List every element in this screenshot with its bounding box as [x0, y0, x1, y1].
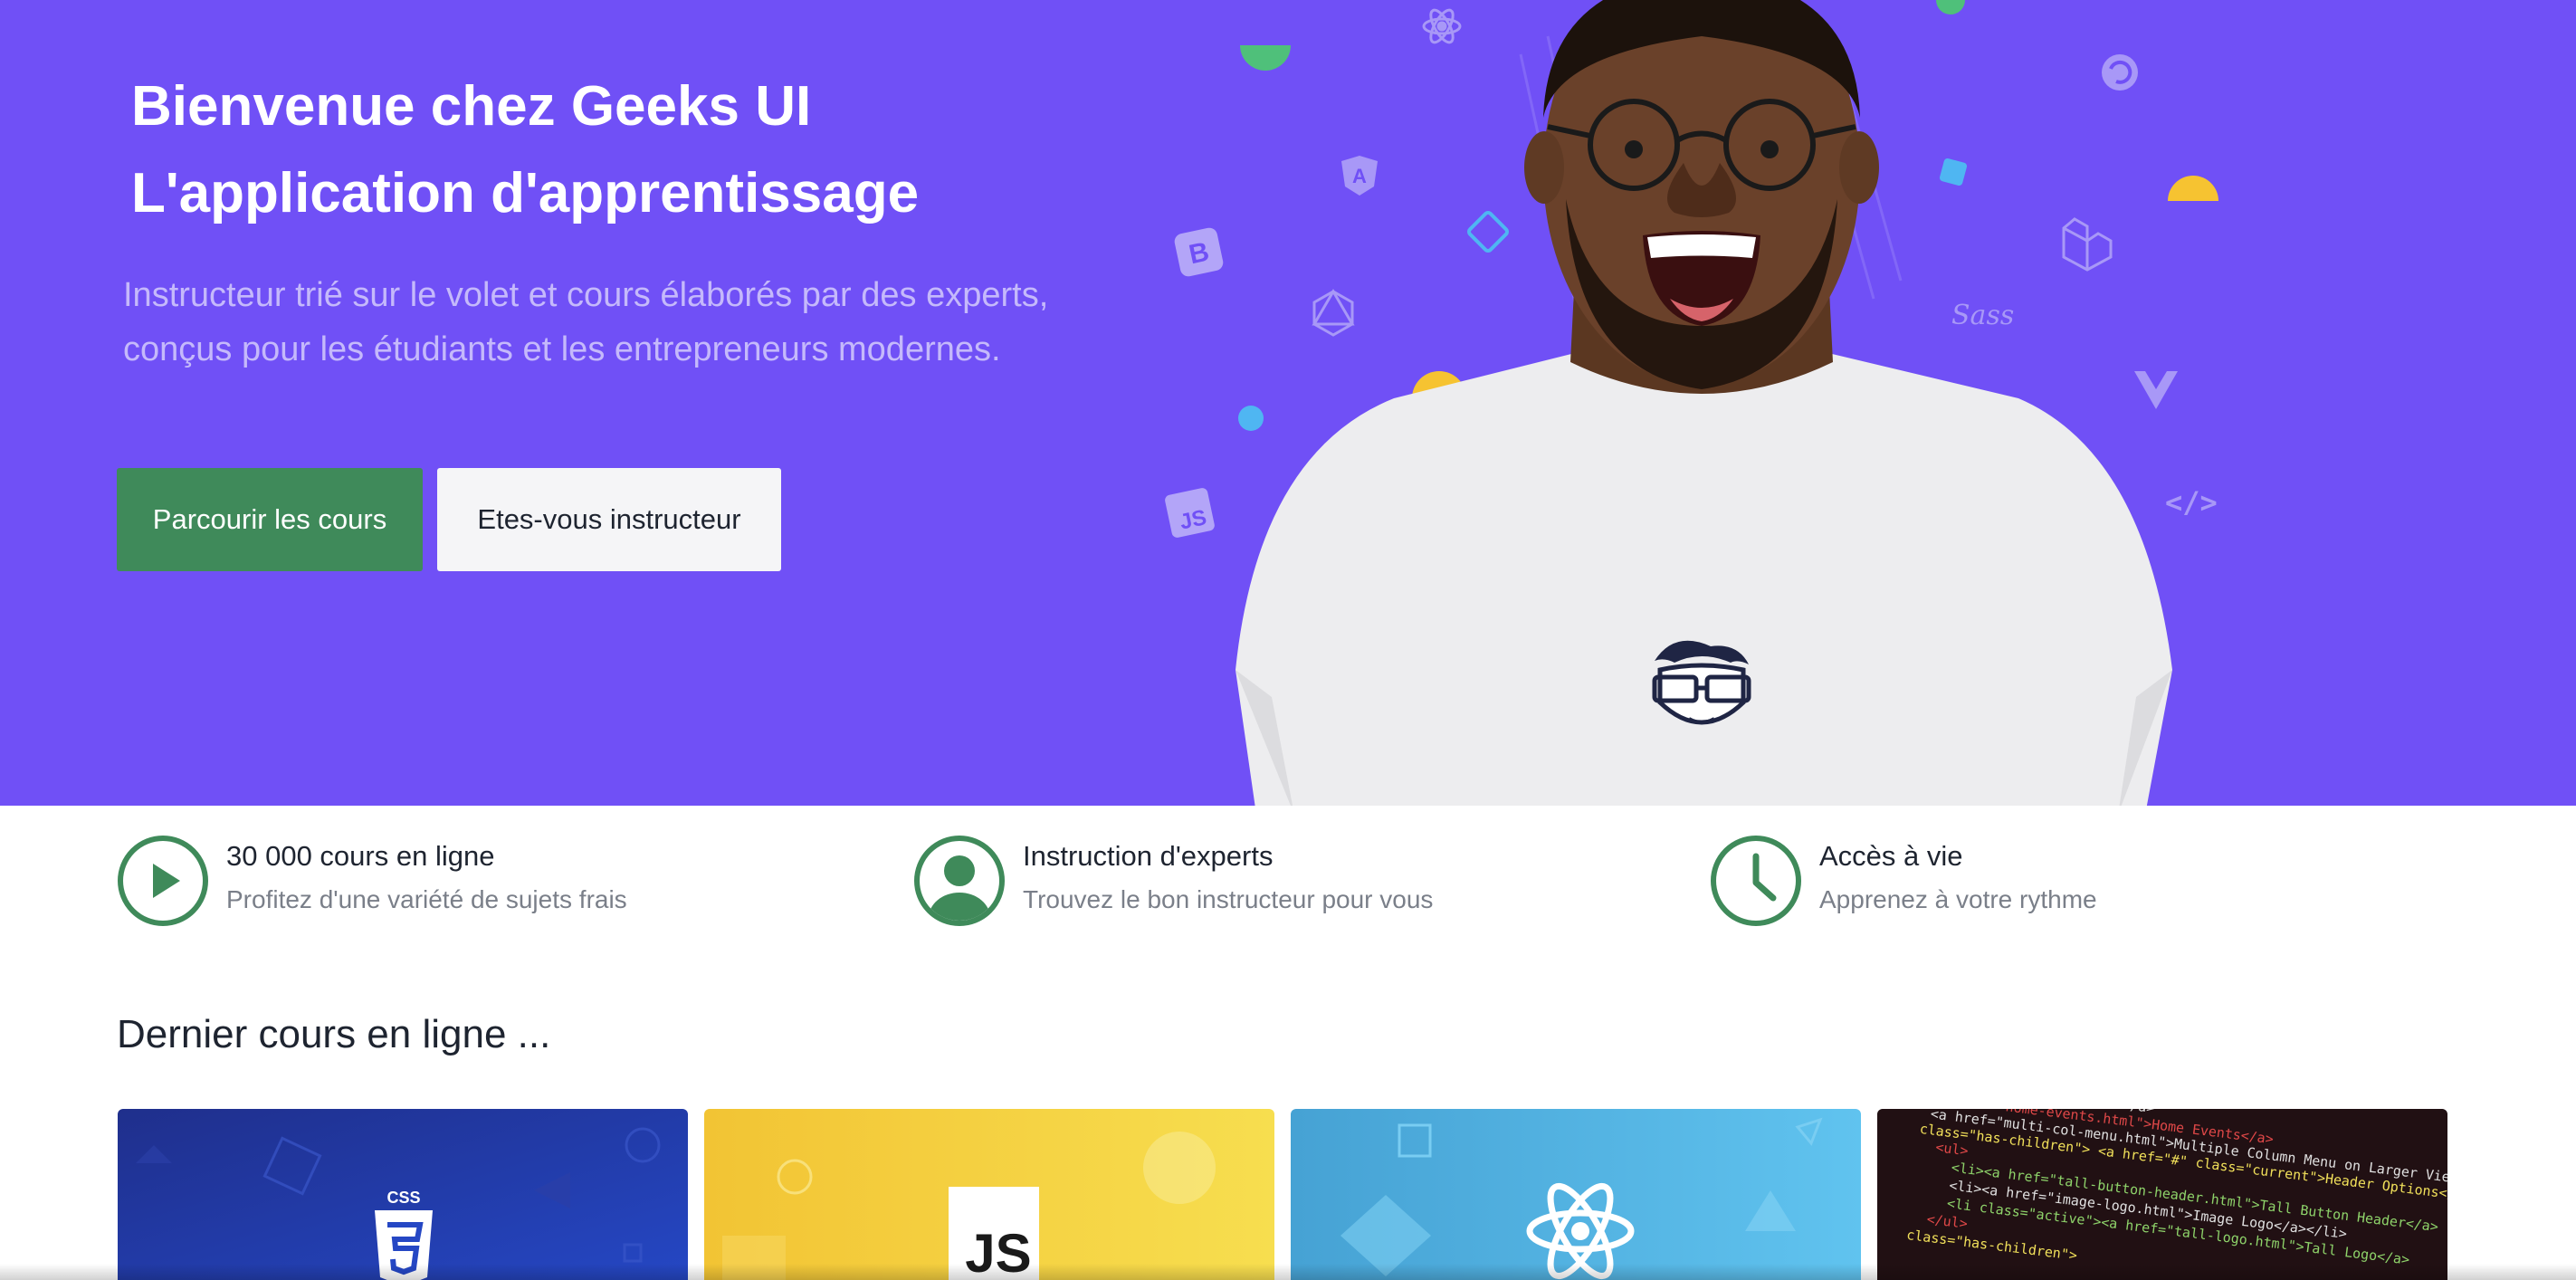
svg-text:Sass: Sass	[1951, 300, 2014, 331]
course-thumbnail-css: CSS	[118, 1109, 688, 1280]
feature-title: 30 000 cours en ligne	[226, 840, 495, 872]
feature-description: Profitez d'une variété de sujets frais	[226, 885, 627, 913]
hero-title-line-1: Bienvenue chez Geeks UI	[131, 75, 812, 138]
feature-description: Trouvez le bon instructeur pour vous	[1023, 885, 1434, 913]
course-card-javascript[interactable]: JS	[704, 1109, 1274, 1280]
svg-text:A: A	[1352, 165, 1367, 187]
feature-title: Instruction d'experts	[1023, 840, 1274, 872]
hero-title-line-2: L'application d'apprentissage	[131, 162, 920, 224]
course-thumbnail-html-code: href="index.html">Home</a> <a href="home…	[1877, 1109, 2447, 1280]
clock-icon	[1711, 836, 1801, 926]
svg-text:CSS: CSS	[386, 1189, 420, 1207]
angular-icon: A	[1341, 156, 1378, 196]
vue-icon	[2134, 371, 2178, 409]
react-icon	[1422, 8, 1462, 44]
feature-description: Apprenez à votre rythme	[1819, 885, 2097, 913]
laravel-icon	[2062, 217, 2113, 272]
instructor-person	[1236, 0, 2172, 806]
hero-section: Bienvenue chez Geeks UI L'application d'…	[0, 0, 2576, 806]
course-card-react[interactable]	[1291, 1109, 1861, 1280]
bootstrap-icon: B	[1174, 227, 1224, 277]
latest-courses-heading: Dernier cours en ligne ...	[117, 1012, 551, 1056]
sass-icon: Sass	[1951, 300, 2014, 331]
hero-title: Bienvenue chez Geeks UI L'application d'…	[131, 63, 919, 237]
window-bottom-edge	[0, 1264, 2576, 1280]
browse-courses-button[interactable]: Parcourir les cours	[117, 468, 423, 571]
feature-title: Accès à vie	[1819, 840, 1963, 872]
gatsby-icon	[2102, 54, 2138, 91]
javascript-icon: JS	[1165, 488, 1215, 538]
hero-image: A B JS Sass </>	[1165, 0, 2218, 806]
user-circle-icon	[914, 836, 1005, 926]
course-card-html[interactable]: href="index.html">Home</a> <a href="home…	[1877, 1109, 2447, 1280]
code-tag-icon: </>	[2165, 485, 2218, 520]
course-thumbnail-javascript: JS	[704, 1109, 1274, 1280]
geeks-logo	[1652, 640, 1751, 725]
course-thumbnail-react	[1291, 1109, 1861, 1280]
become-instructor-button[interactable]: Etes-vous instructeur	[437, 468, 781, 571]
play-circle-icon	[118, 836, 208, 926]
graphql-icon	[1312, 289, 1355, 337]
hero-subtitle: Instructeur trié sur le volet et cours é…	[123, 276, 1049, 368]
features-row: 30 000 cours en ligne Profitez d'une var…	[0, 806, 2576, 960]
course-card-css[interactable]: CSS	[118, 1109, 688, 1280]
